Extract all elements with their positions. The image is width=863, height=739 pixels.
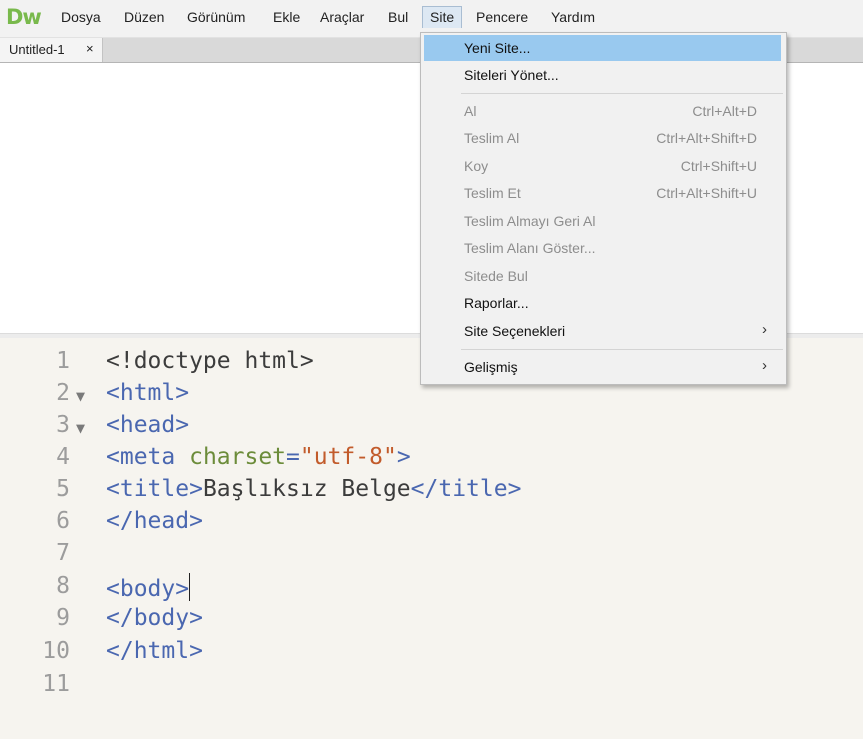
menu-item-teslim-al[interactable]: Teslim Al Ctrl+Alt+Shift+D xyxy=(424,125,781,151)
menu-item-label: Raporlar... xyxy=(464,295,529,311)
menu-item-label: Koy xyxy=(464,158,489,174)
line-number: 3 xyxy=(56,412,70,438)
menu-item-label: Yeni Site... xyxy=(464,40,531,56)
code-line: 11 xyxy=(0,671,863,703)
text-caret xyxy=(189,573,191,601)
attribute-token: charset xyxy=(189,444,287,470)
menu-item-label: Sitede Bul xyxy=(464,268,528,284)
line-number: 8 xyxy=(56,573,70,599)
tag-token: > xyxy=(396,444,411,470)
line-number: 2 xyxy=(56,380,70,406)
equals-token: = xyxy=(286,444,300,470)
tab-untitled-1[interactable]: Untitled-1 × xyxy=(0,38,103,62)
string-token: "utf-8" xyxy=(299,444,397,470)
menu-item-label: Site Seçenekleri xyxy=(464,323,566,339)
menu-gorunum[interactable]: Görünüm xyxy=(187,9,245,25)
menu-yardim[interactable]: Yardım xyxy=(551,9,595,25)
menu-item-siteleri-yonet[interactable]: Siteleri Yönet... xyxy=(424,62,781,88)
line-number: 7 xyxy=(56,540,70,566)
code-line: 8 <body> xyxy=(0,573,863,605)
close-icon[interactable]: × xyxy=(86,41,94,56)
code-line: 4 <meta charset="utf-8"> xyxy=(0,444,863,476)
menu-araclar[interactable]: Araçlar xyxy=(320,9,364,25)
code-line: 9 </body> xyxy=(0,605,863,637)
line-number: 6 xyxy=(56,508,70,534)
menu-separator xyxy=(461,93,783,94)
code-text: </html> xyxy=(106,638,203,664)
app-logo: Dw xyxy=(6,5,42,29)
code-text: <body> xyxy=(106,573,191,602)
code-line: 6 </head> xyxy=(0,508,863,540)
code-line: 7 xyxy=(0,540,863,572)
code-text: </body> xyxy=(106,605,203,631)
menu-item-label: Teslim Et xyxy=(464,185,521,201)
line-number: 9 xyxy=(56,605,70,631)
line-number: 1 xyxy=(56,348,70,374)
chevron-right-icon: › xyxy=(762,357,767,374)
menu-item-al[interactable]: Al Ctrl+Alt+D xyxy=(424,98,781,124)
code-view[interactable]: 1 <!doctype html> 2 ▼ <html> 3 ▼ <head> … xyxy=(0,338,863,739)
menu-bul[interactable]: Bul xyxy=(388,9,408,25)
menu-ekle[interactable]: Ekle xyxy=(273,9,300,25)
tag-token: </title> xyxy=(410,476,522,502)
code-text: <meta charset="utf-8"> xyxy=(106,444,411,470)
code-text: </head> xyxy=(106,508,203,534)
menu-pencere[interactable]: Pencere xyxy=(476,9,528,25)
fold-arrow-icon[interactable]: ▼ xyxy=(76,387,85,405)
tag-token: <title> xyxy=(106,476,203,502)
menu-dosya[interactable]: Dosya xyxy=(61,9,101,25)
menu-item-label: Siteleri Yönet... xyxy=(464,67,559,83)
menu-item-teslim-almayi-geri-al[interactable]: Teslim Almayı Geri Al xyxy=(424,208,781,234)
menu-duzen[interactable]: Düzen xyxy=(124,9,164,25)
site-dropdown-menu: Yeni Site... Siteleri Yönet... Al Ctrl+A… xyxy=(420,32,787,385)
code-text: <!doctype html> xyxy=(106,348,314,374)
code-text: <title>Başlıksız Belge</title> xyxy=(106,476,521,502)
line-number: 10 xyxy=(42,638,70,664)
line-number: 5 xyxy=(56,476,70,502)
menu-item-shortcut: Ctrl+Alt+Shift+U xyxy=(656,185,757,201)
menu-item-label: Teslim Alanı Göster... xyxy=(464,240,596,256)
menu-item-shortcut: Ctrl+Alt+D xyxy=(692,103,757,119)
menu-item-teslim-et[interactable]: Teslim Et Ctrl+Alt+Shift+U xyxy=(424,180,781,206)
text-token: Başlıksız Belge xyxy=(202,476,411,502)
menu-item-label: Gelişmiş xyxy=(464,359,518,375)
code-text: <head> xyxy=(106,412,189,438)
menu-item-yeni-site[interactable]: Yeni Site... xyxy=(424,35,781,61)
tag-token: <meta xyxy=(106,444,190,470)
menu-item-teslim-alani-goster[interactable]: Teslim Alanı Göster... xyxy=(424,235,781,261)
chevron-right-icon: › xyxy=(762,321,767,338)
tab-label: Untitled-1 xyxy=(9,42,65,57)
menu-item-gelismis[interactable]: Gelişmiş › xyxy=(424,354,781,380)
menu-item-koy[interactable]: Koy Ctrl+Shift+U xyxy=(424,153,781,179)
line-number: 11 xyxy=(42,671,70,697)
menu-separator xyxy=(461,349,783,350)
menu-item-raporlar[interactable]: Raporlar... xyxy=(424,290,781,316)
menu-site[interactable]: Site xyxy=(422,6,463,28)
line-number: 4 xyxy=(56,444,70,470)
tag-token: <head> xyxy=(106,412,190,438)
menu-item-label: Teslim Almayı Geri Al xyxy=(464,213,596,229)
fold-arrow-icon[interactable]: ▼ xyxy=(76,419,85,437)
tag-token: </html> xyxy=(106,638,203,664)
menu-item-label: Al xyxy=(464,103,477,119)
doctype-token: <!doctype html> xyxy=(106,348,314,374)
menu-item-sitede-bul[interactable]: Sitede Bul xyxy=(424,263,781,289)
tag-token: </head> xyxy=(106,508,203,534)
tag-token: <html> xyxy=(106,380,190,406)
code-line: 5 <title>Başlıksız Belge</title> xyxy=(0,476,863,508)
code-line: 10 </html> xyxy=(0,638,863,670)
menu-item-shortcut: Ctrl+Shift+U xyxy=(680,158,757,174)
code-line: 3 ▼ <head> xyxy=(0,412,863,444)
menu-item-label: Teslim Al xyxy=(464,130,520,146)
tag-token: </body> xyxy=(106,605,203,631)
menu-item-shortcut: Ctrl+Alt+Shift+D xyxy=(656,130,757,146)
menu-item-site-secenekleri[interactable]: Site Seçenekleri › xyxy=(424,318,781,344)
code-text: <html> xyxy=(106,380,189,406)
tag-token: <body> xyxy=(106,576,190,602)
